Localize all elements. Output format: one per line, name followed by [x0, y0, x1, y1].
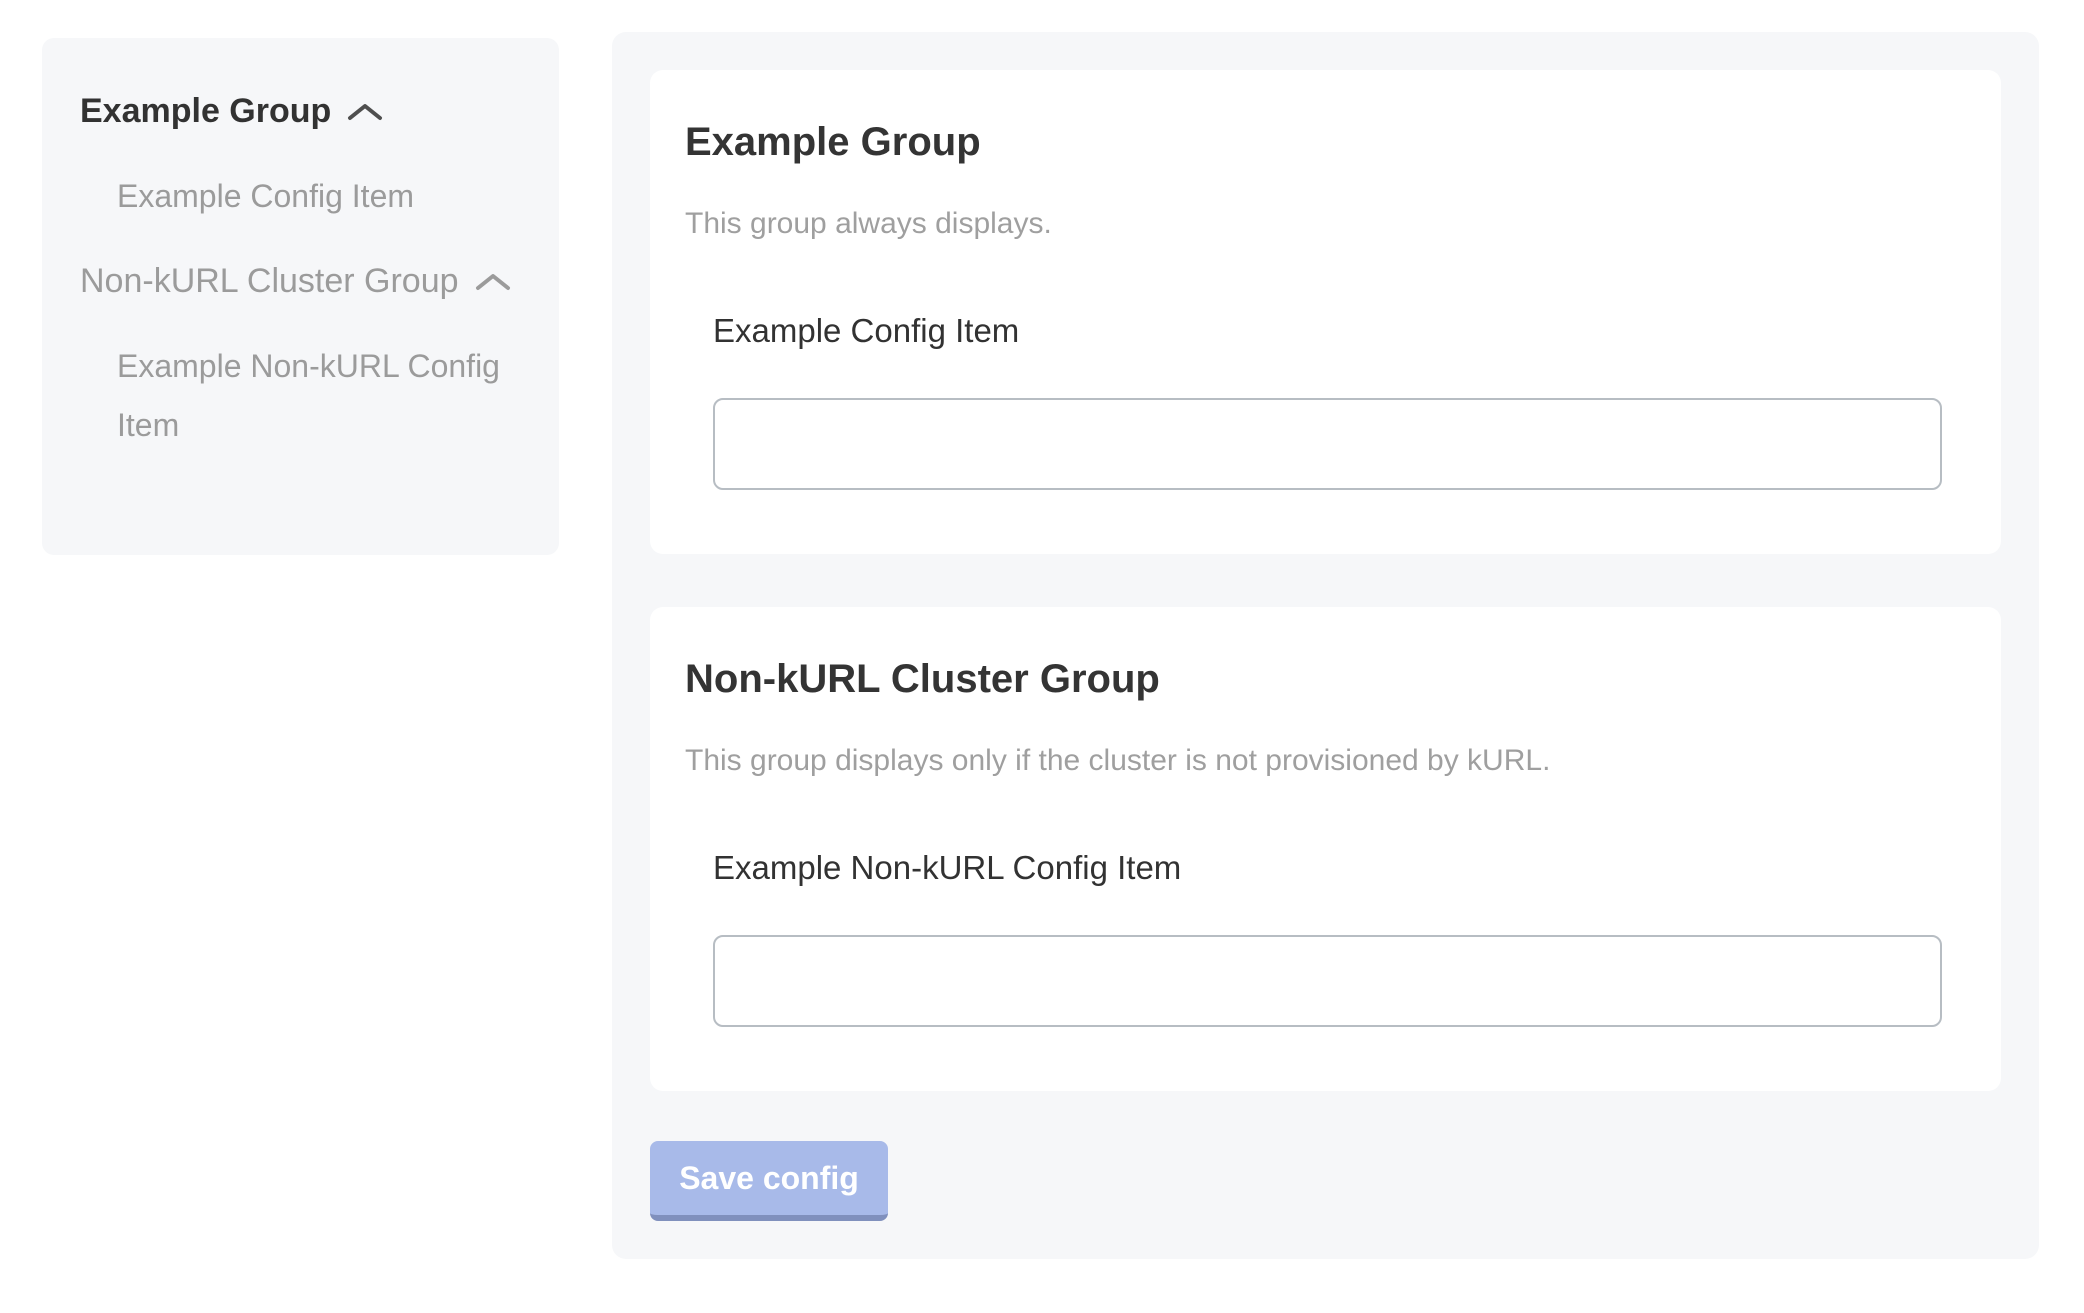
config-group-card-non-kurl-cluster-group: Non-kURL Cluster Group This group displa…: [650, 607, 2001, 1091]
save-config-button[interactable]: Save config: [650, 1141, 888, 1221]
example-non-kurl-config-item-input[interactable]: [713, 935, 1942, 1027]
config-item-label: Example Config Item: [713, 312, 1942, 350]
config-sidebar: Example Group Example Config Item Non-kU…: [42, 38, 559, 555]
group-title: Example Group: [685, 120, 1942, 164]
chevron-up-icon[interactable]: [347, 102, 383, 122]
config-page: Example Group Example Config Item Non-kU…: [0, 0, 2084, 1313]
group-description: This group always displays.: [685, 206, 1942, 242]
sidebar-item-example-non-kurl-config-item[interactable]: Example Non-kURL Config Item: [117, 337, 503, 455]
config-item: Example Non-kURL Config Item: [713, 849, 1942, 1027]
group-description: This group displays only if the cluster …: [685, 743, 1942, 779]
sidebar-group-header-non-kurl-cluster-group[interactable]: Non-kURL Cluster Group: [80, 252, 503, 311]
sidebar-item-example-config-item[interactable]: Example Config Item: [117, 167, 503, 226]
sidebar-group: Non-kURL Cluster Group Example Non-kURL …: [80, 252, 503, 455]
config-item: Example Config Item: [713, 312, 1942, 490]
chevron-up-icon[interactable]: [475, 272, 511, 292]
sidebar-group-title[interactable]: Example Group: [80, 82, 331, 141]
config-panel: Example Group This group always displays…: [612, 32, 2039, 1259]
group-title: Non-kURL Cluster Group: [685, 657, 1942, 701]
example-config-item-input[interactable]: [713, 398, 1942, 490]
config-item-label: Example Non-kURL Config Item: [713, 849, 1942, 887]
sidebar-group-title[interactable]: Non-kURL Cluster Group: [80, 252, 459, 311]
sidebar-group: Example Group Example Config Item: [80, 82, 503, 226]
sidebar-group-header-example-group[interactable]: Example Group: [80, 82, 503, 141]
config-group-card-example-group: Example Group This group always displays…: [650, 70, 2001, 554]
